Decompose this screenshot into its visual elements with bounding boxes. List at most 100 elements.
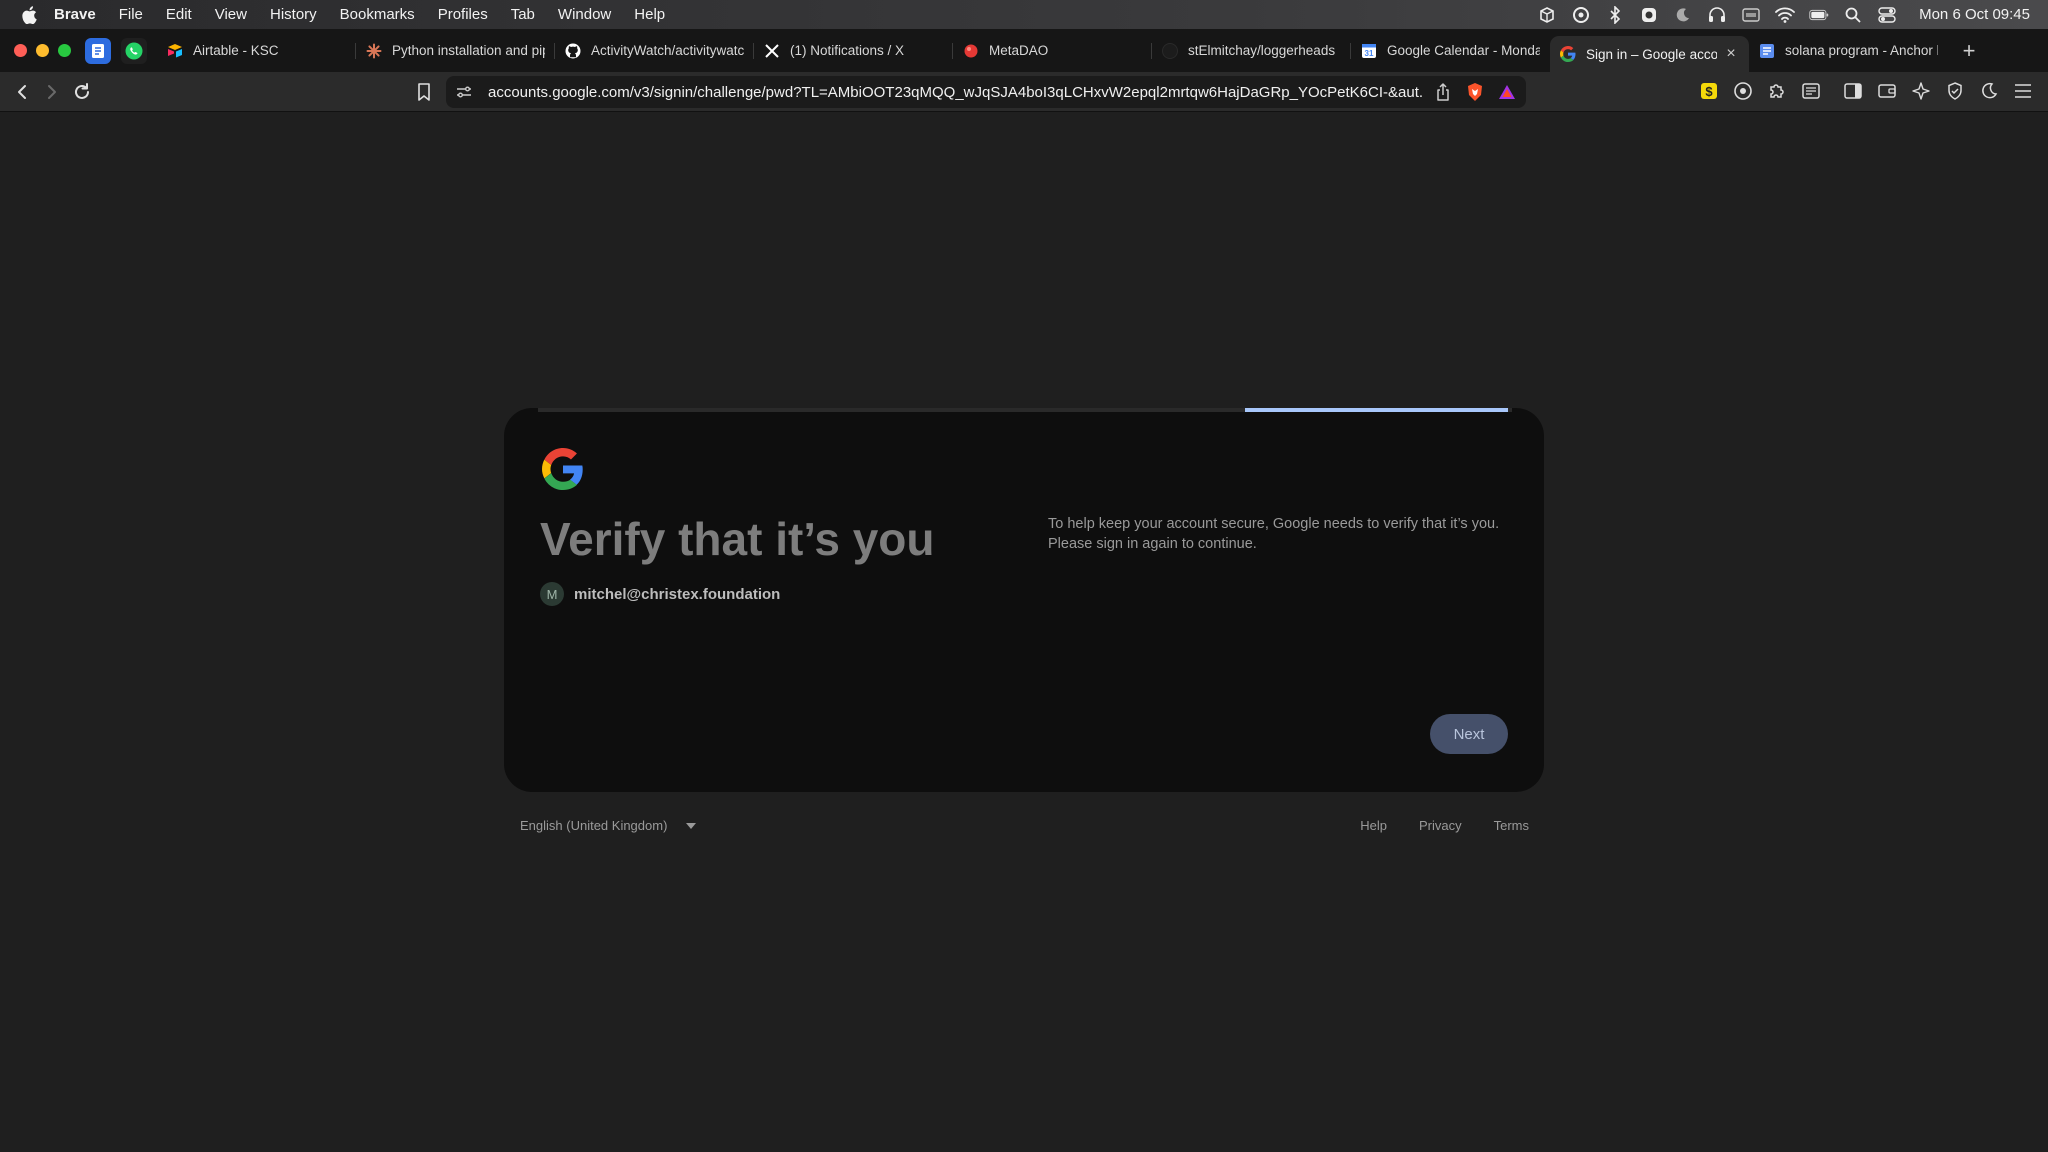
cube-icon[interactable] (1537, 6, 1557, 24)
minimize-window-button[interactable] (36, 44, 49, 57)
browser-menu-icon[interactable] (2012, 79, 2034, 103)
tab-solana-stackexchange[interactable]: solana program - Anchor b (1749, 34, 1948, 68)
calendar-icon: 31 (1361, 43, 1377, 59)
page-viewport: Verify that it’s you M mitchel@christex.… (0, 112, 2048, 1152)
close-window-button[interactable] (14, 44, 27, 57)
account-email: mitchel@christex.foundation (574, 585, 781, 603)
svg-text:$: $ (1705, 84, 1713, 99)
macos-menu-bar: Brave File Edit View History Bookmarks P… (0, 0, 2048, 29)
github-icon (565, 43, 581, 59)
vpn-shield-icon[interactable] (1944, 79, 1966, 103)
reload-button[interactable] (67, 77, 97, 107)
zoom-window-button[interactable] (58, 44, 71, 57)
help-link[interactable]: Help (1360, 818, 1387, 833)
tab-airtable[interactable]: Airtable - KSC (157, 34, 356, 68)
footer-links: Help Privacy Terms (1360, 818, 1529, 833)
leo-ai-icon[interactable] (1910, 79, 1932, 103)
language-label: English (United Kingdom) (520, 818, 668, 833)
x-icon (764, 43, 780, 59)
menu-edit[interactable]: Edit (166, 6, 192, 23)
brave-shields-icon[interactable] (1464, 81, 1486, 103)
address-bar[interactable]: accounts.google.com/v3/signin/challenge/… (446, 76, 1526, 108)
caret-down-icon (685, 820, 697, 832)
status-area: Mon 6 Oct 09:45 (1537, 0, 2030, 29)
arrow-left-icon (18, 84, 26, 99)
extensions-puzzle-icon[interactable] (1766, 79, 1788, 103)
camera-app-icon[interactable] (1639, 6, 1659, 24)
claude-icon (366, 43, 382, 59)
tab-claude-python[interactable]: Python installation and pip (356, 34, 555, 68)
verify-description: To help keep your account secure, Google… (1048, 516, 1500, 552)
menubar-clock[interactable]: Mon 6 Oct 09:45 (1919, 6, 2030, 23)
privacy-link[interactable]: Privacy (1419, 818, 1462, 833)
wallet-icon[interactable] (1876, 79, 1898, 103)
spotlight-search-icon[interactable] (1843, 6, 1863, 24)
dark-mode-icon[interactable] (1978, 79, 2000, 103)
google-logo-icon (542, 448, 583, 490)
progress-indicator (1245, 408, 1508, 412)
google-icon (1560, 46, 1576, 62)
footer: English (United Kingdom) Help Privacy Te… (504, 814, 1544, 838)
stackexchange-icon (1759, 43, 1775, 59)
sidebar-toggle-icon[interactable] (1842, 79, 1864, 103)
extension-dollar-icon[interactable]: $ (1698, 79, 1720, 103)
control-center-icon[interactable] (1877, 6, 1897, 24)
tab-strip: Airtable - KSC Python installation and p… (0, 29, 2048, 72)
wifi-icon[interactable] (1775, 6, 1795, 24)
airtable-icon (167, 43, 183, 59)
bookmark-button[interactable] (412, 78, 436, 106)
menu-bookmarks[interactable]: Bookmarks (340, 6, 415, 23)
back-button[interactable] (7, 77, 37, 107)
display-icon[interactable] (1741, 6, 1761, 24)
whatsapp-icon (125, 42, 143, 59)
tab-google-signin[interactable]: Sign in – Google accounts × (1550, 36, 1749, 72)
account-chip[interactable]: M mitchel@christex.foundation (540, 582, 780, 606)
tab-metadao[interactable]: MetaDAO (953, 34, 1152, 68)
pinned-tab-docs[interactable] (85, 37, 111, 64)
arrow-right-icon (48, 84, 56, 99)
brave-rewards-icon[interactable] (1496, 81, 1518, 103)
window-controls (14, 44, 71, 57)
page-title: Verify that it’s you (540, 513, 935, 565)
toolbar-extensions: $ (1698, 79, 2034, 103)
browser-toolbar: accounts.google.com/v3/signin/challenge/… (0, 72, 2048, 112)
tab-github-activitywatch[interactable]: ActivityWatch/activitywatch (555, 34, 754, 68)
close-tab-icon[interactable]: × (1723, 45, 1739, 62)
reader-mode-icon[interactable] (1800, 79, 1822, 103)
grammarly-icon[interactable] (1571, 6, 1591, 24)
menu-help[interactable]: Help (634, 6, 665, 23)
apple-icon[interactable] (20, 5, 38, 24)
site-settings-icon[interactable] (454, 82, 474, 102)
signin-card: Verify that it’s you M mitchel@christex.… (504, 408, 1544, 792)
menu-file[interactable]: File (119, 6, 143, 23)
menu-view[interactable]: View (215, 6, 247, 23)
pinned-tab-whatsapp[interactable] (121, 37, 147, 64)
headphones-icon[interactable] (1707, 6, 1727, 24)
menu-window[interactable]: Window (558, 6, 611, 23)
avatar: M (540, 582, 564, 606)
svg-text:31: 31 (1365, 49, 1374, 58)
tab-github-loggerheads[interactable]: stElmitchay/loggerheads (1152, 34, 1351, 68)
moon-icon[interactable] (1673, 6, 1693, 24)
battery-icon[interactable] (1809, 6, 1829, 24)
share-icon[interactable] (1432, 81, 1454, 103)
menu-tab[interactable]: Tab (511, 6, 535, 23)
reload-icon (75, 82, 89, 99)
forward-button[interactable] (37, 77, 67, 107)
github-icon (1162, 42, 1178, 59)
new-tab-button[interactable]: + (1954, 36, 1984, 66)
menu-history[interactable]: History (270, 6, 317, 23)
language-selector[interactable]: English (United Kingdom) (520, 818, 697, 833)
terms-link[interactable]: Terms (1494, 818, 1529, 833)
menu-profiles[interactable]: Profiles (438, 6, 488, 23)
tab-x-notifications[interactable]: (1) Notifications / X (754, 34, 953, 68)
bluetooth-icon[interactable] (1605, 5, 1625, 24)
metadao-icon (963, 43, 979, 59)
bookmark-icon (418, 83, 430, 101)
menu-app-name[interactable]: Brave (54, 6, 96, 23)
tab-google-calendar[interactable]: 31 Google Calendar - Monday (1351, 34, 1550, 68)
docs-icon (92, 43, 104, 58)
next-button[interactable]: Next (1430, 714, 1508, 754)
url-text[interactable]: accounts.google.com/v3/signin/challenge/… (488, 84, 1422, 101)
extension-hand-icon[interactable] (1732, 79, 1754, 103)
